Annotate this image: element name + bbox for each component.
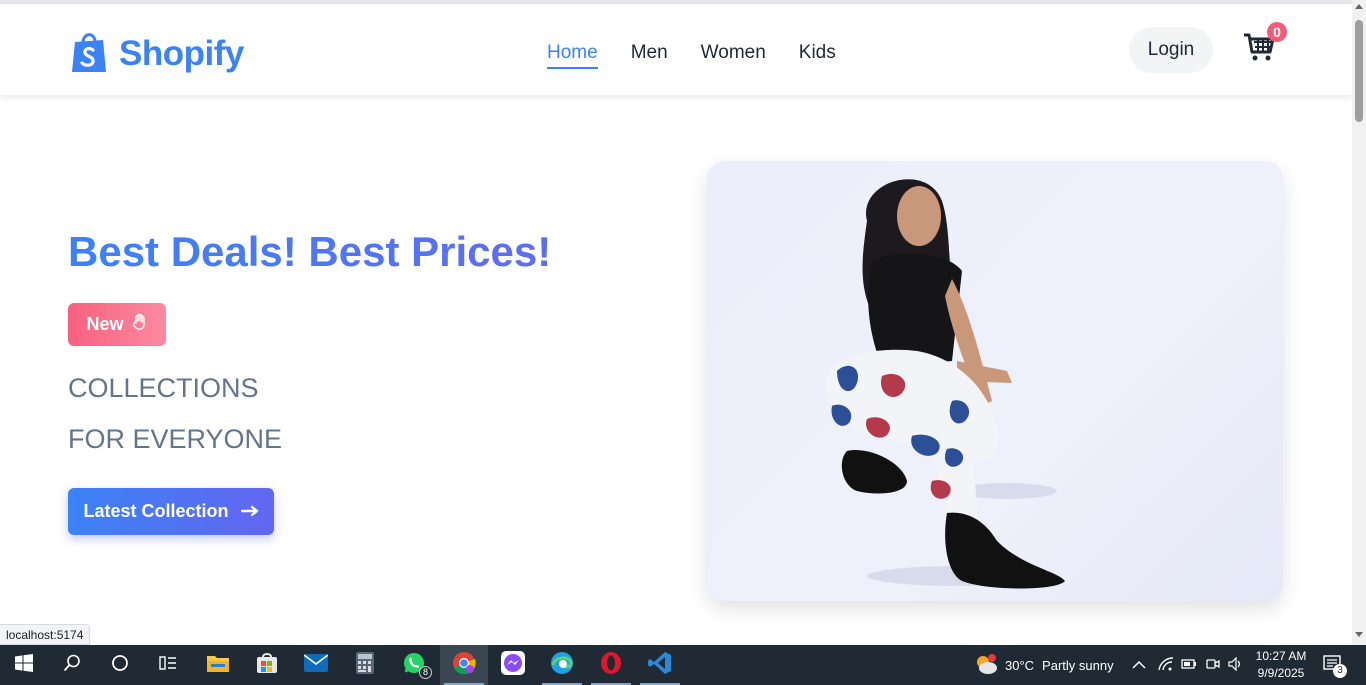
link-status-url: localhost:5174 — [0, 624, 91, 645]
chevron-up-icon — [1132, 658, 1146, 673]
hero-line-collections: COLLECTIONS — [68, 373, 259, 403]
taskbar-whatsapp[interactable]: 8 — [390, 645, 438, 685]
shopping-bag-icon — [69, 28, 109, 79]
battery-icon — [1181, 658, 1197, 673]
clock-time: 10:27 AM — [1255, 649, 1307, 663]
taskbar-mail[interactable] — [292, 645, 340, 685]
cart-button[interactable]: 0 — [1243, 22, 1287, 68]
page-scrollbar[interactable] — [1352, 0, 1366, 645]
search-button[interactable] — [48, 645, 96, 685]
nav-home[interactable]: Home — [547, 42, 598, 69]
speaker-icon — [1228, 656, 1244, 674]
mail-icon — [303, 653, 329, 677]
taskbar-edge[interactable] — [538, 645, 586, 685]
latest-collection-button[interactable]: Latest Collection — [68, 488, 274, 535]
hero-image — [707, 161, 1283, 601]
main-nav: Home Men Women Kids — [547, 42, 836, 69]
task-view-button[interactable] — [144, 645, 192, 685]
store-bag-icon — [256, 652, 278, 679]
taskbar-store[interactable] — [243, 645, 291, 685]
weather-description: Partly sunny — [1042, 657, 1114, 673]
nav-women[interactable]: Women — [701, 42, 766, 69]
messenger-icon — [501, 650, 525, 680]
weather-temperature: 30°C — [1005, 657, 1035, 673]
cortana-button[interactable] — [96, 645, 144, 685]
weather-widget[interactable]: 30°C Partly sunny — [973, 645, 1114, 685]
vscode-icon — [648, 651, 672, 680]
scroll-thumb[interactable] — [1355, 20, 1363, 122]
network-status[interactable] — [1158, 645, 1174, 685]
taskbar-clock[interactable]: 10:27 AM 9/9/2025 — [1251, 648, 1311, 682]
nav-men[interactable]: Men — [631, 42, 668, 69]
cart-icon — [1243, 33, 1275, 67]
taskbar-opera[interactable] — [587, 645, 635, 685]
windows-taskbar: 8 30°C Partly sunny 10:27 AM 9/9/2025 3 — [0, 645, 1366, 685]
latest-collection-label: Latest Collection — [83, 501, 229, 521]
folder-icon — [206, 653, 230, 678]
taskbar-chrome[interactable] — [440, 645, 488, 685]
new-badge-label: New — [86, 314, 124, 334]
edge-icon — [550, 651, 574, 680]
taskbar-file-explorer[interactable] — [194, 645, 242, 685]
brand-logo[interactable]: Shopify — [69, 28, 244, 79]
opera-icon — [599, 651, 623, 680]
site-header: Shopify Home Men Women Kids Login 0 — [0, 4, 1352, 96]
whatsapp-unread-badge: 8 — [419, 666, 432, 679]
scroll-down-icon[interactable] — [1355, 632, 1363, 637]
battery-status[interactable] — [1181, 645, 1197, 685]
taskbar-messenger[interactable] — [489, 645, 537, 685]
camera-icon — [1206, 657, 1220, 674]
calculator-icon — [356, 651, 374, 679]
windows-logo-icon — [15, 653, 33, 677]
hero-line-everyone: FOR EVERYONE — [68, 424, 283, 454]
start-button[interactable] — [0, 645, 48, 685]
show-hidden-icons[interactable] — [1132, 645, 1146, 685]
hero-title: Best Deals! Best Prices! — [68, 228, 552, 275]
notification-count-badge: 3 — [1333, 664, 1347, 678]
chrome-icon — [452, 651, 476, 680]
nav-kids[interactable]: Kids — [799, 42, 836, 69]
cart-count-badge: 0 — [1267, 22, 1287, 42]
search-icon — [63, 654, 81, 677]
new-badge: New — [68, 303, 166, 346]
volume-control[interactable] — [1228, 645, 1244, 685]
scroll-up-icon[interactable] — [1355, 4, 1363, 9]
partly-sunny-icon — [973, 652, 999, 679]
task-view-icon — [159, 654, 177, 677]
taskbar-calculator[interactable] — [341, 645, 389, 685]
cortana-circle-icon — [111, 654, 129, 677]
meet-now[interactable] — [1206, 645, 1220, 685]
action-center-button[interactable]: 3 — [1323, 645, 1347, 685]
arrow-right-icon — [240, 501, 259, 522]
login-button[interactable]: Login — [1129, 27, 1213, 73]
waving-hand-icon — [132, 313, 148, 336]
wifi-icon — [1158, 656, 1174, 674]
brand-name: Shopify — [119, 33, 244, 73]
clock-date: 9/9/2025 — [1257, 666, 1305, 680]
taskbar-vscode[interactable] — [636, 645, 684, 685]
